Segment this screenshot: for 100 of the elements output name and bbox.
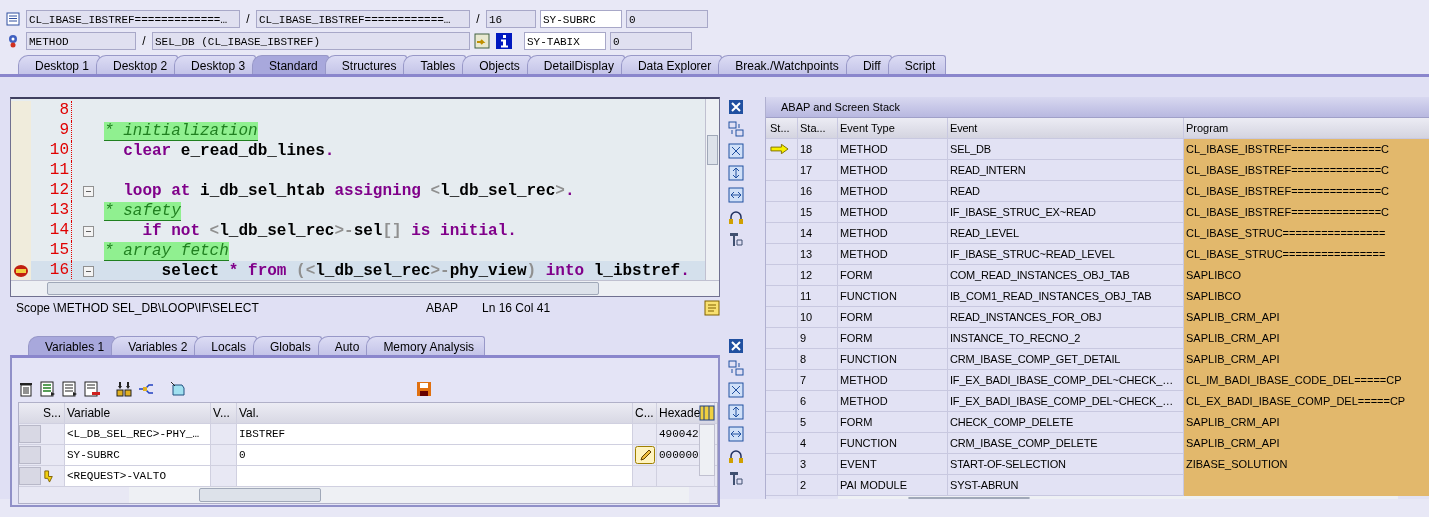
- vertical-scrollbar[interactable]: [705, 99, 719, 280]
- table-cell: FORM: [838, 411, 948, 433]
- horizontal-scrollbar[interactable]: [129, 487, 689, 503]
- headset-icon[interactable]: [728, 209, 744, 225]
- code-line: if not <l_db_sel_rec>-sel[] is initial.: [141, 222, 517, 240]
- event-field: SEL_DB (CL_IBASE_IBSTREF): [152, 32, 470, 50]
- language-label: ABAP: [426, 301, 459, 315]
- horizontal-expand-icon[interactable]: [728, 426, 744, 442]
- fullscreen-icon[interactable]: [728, 382, 744, 398]
- table-cell: CL_IBASE_IBSTREF==============C: [1184, 138, 1429, 160]
- pencil-icon[interactable]: [635, 446, 655, 464]
- column-header[interactable]: Event Type: [838, 117, 948, 139]
- tab[interactable]: Memory Analysis: [366, 336, 486, 355]
- column-header[interactable]: Program: [1184, 117, 1429, 139]
- column-header[interactable]: St...: [766, 117, 798, 139]
- horizontal-expand-icon[interactable]: [728, 187, 744, 203]
- info-icon[interactable]: [496, 33, 512, 49]
- vertical-expand-icon[interactable]: [728, 165, 744, 181]
- tab[interactable]: Structures: [324, 55, 408, 74]
- table-cell: ZIBASE_SOLUTION: [1184, 453, 1429, 475]
- table-cell: METHOD: [838, 243, 948, 265]
- table-cell: <REQUEST>-VALTO: [65, 466, 211, 486]
- table-cell: 10: [798, 306, 838, 328]
- line-number: 13: [31, 201, 72, 221]
- tab[interactable]: Variables 2: [111, 336, 199, 355]
- table-cell: PAI MODULE: [838, 474, 948, 496]
- list-icon[interactable]: [84, 381, 100, 397]
- fold-toggle[interactable]: [82, 225, 94, 237]
- tab[interactable]: Script: [887, 55, 947, 74]
- tab[interactable]: Desktop 2: [96, 55, 179, 74]
- fold-toggle[interactable]: [82, 265, 94, 277]
- merge-icon[interactable]: [116, 381, 132, 397]
- table-cell: 14: [798, 222, 838, 244]
- tag-icon[interactable]: [170, 381, 186, 397]
- tab[interactable]: Variables 1: [28, 336, 116, 355]
- fold-toggle[interactable]: [82, 185, 94, 197]
- tool-icon[interactable]: [728, 470, 744, 486]
- table-cell: FORM: [838, 264, 948, 286]
- column-header[interactable]: Sta...: [798, 117, 838, 139]
- tab[interactable]: Diff: [845, 55, 892, 74]
- tab[interactable]: Break./Watchpoints: [718, 55, 850, 74]
- table-cell: SAPLIB_CRM_API: [1184, 327, 1429, 349]
- table-cell: SY-SUBRC: [65, 445, 211, 465]
- tab[interactable]: Desktop 1: [18, 55, 101, 74]
- table-cell: METHOD: [838, 180, 948, 202]
- line-number: 11: [31, 161, 72, 181]
- close-icon[interactable]: [728, 338, 744, 354]
- tab[interactable]: Globals: [253, 336, 322, 355]
- tab[interactable]: Objects: [462, 55, 531, 74]
- table-cell: 3: [798, 453, 838, 475]
- tab[interactable]: Locals: [194, 336, 257, 355]
- list-icon[interactable]: [62, 381, 78, 397]
- close-icon[interactable]: [728, 99, 744, 115]
- list-icon[interactable]: [40, 381, 56, 397]
- lightning-icon: [43, 469, 56, 483]
- save-icon[interactable]: [416, 381, 432, 397]
- line-number: 9: [31, 121, 72, 141]
- table-cell: EVENT: [838, 453, 948, 475]
- program-field: CL_IBASE_IBSTREF=============…: [26, 10, 240, 28]
- horizontal-scrollbar[interactable]: [11, 280, 719, 296]
- table-cell: FUNCTION: [838, 285, 948, 307]
- tab[interactable]: Auto: [317, 336, 371, 355]
- include-field: CL_IBASE_IBSTREF============…: [256, 10, 470, 28]
- column-header[interactable]: V...: [211, 403, 237, 423]
- horizontal-scrollbar[interactable]: [838, 496, 1398, 499]
- separator: /: [245, 12, 251, 26]
- layout-icon[interactable]: [728, 121, 744, 137]
- tab[interactable]: DetailDisplay: [526, 55, 625, 74]
- table-cell: METHOD: [838, 201, 948, 223]
- table-cell: 8: [798, 348, 838, 370]
- table-cell: METHOD: [838, 390, 948, 412]
- vertical-expand-icon[interactable]: [728, 404, 744, 420]
- vertical-scrollbar[interactable]: [699, 424, 715, 476]
- tab[interactable]: Standard: [252, 55, 329, 74]
- table-cell: SAPLIBCO: [1184, 285, 1429, 307]
- table-cell: CL_IBASE_IBSTREF==============C: [1184, 180, 1429, 202]
- code-line: select * from (<l_db_sel_rec>-phy_view) into l_ibstref.: [160, 262, 690, 280]
- column-header[interactable]: S...: [41, 403, 65, 423]
- table-cell: 12: [798, 264, 838, 286]
- arrow-icon: [770, 144, 789, 154]
- trash-icon[interactable]: [18, 381, 34, 397]
- line-field: 16: [486, 10, 536, 28]
- system-field-name: SY-SUBRC: [540, 10, 622, 28]
- table-cell: FORM: [838, 327, 948, 349]
- column-header[interactable]: Variable: [65, 403, 211, 423]
- tab[interactable]: Tables: [403, 55, 467, 74]
- tool-icon[interactable]: [728, 231, 744, 247]
- headset-icon[interactable]: [728, 448, 744, 464]
- column-header[interactable]: C...: [633, 403, 657, 423]
- column-header[interactable]: Val.: [237, 403, 633, 423]
- column-settings-icon[interactable]: [699, 405, 715, 421]
- table-cell: 16: [798, 180, 838, 202]
- tab[interactable]: Data Explorer: [620, 55, 723, 74]
- table-cell: 000000: [659, 449, 699, 461]
- event-type-field: METHOD: [26, 32, 136, 50]
- tab[interactable]: Desktop 3: [174, 55, 257, 74]
- column-header[interactable]: Event: [948, 117, 1184, 139]
- fullscreen-icon[interactable]: [728, 143, 744, 159]
- branch-icon[interactable]: [138, 381, 154, 397]
- layout-icon[interactable]: [728, 360, 744, 376]
